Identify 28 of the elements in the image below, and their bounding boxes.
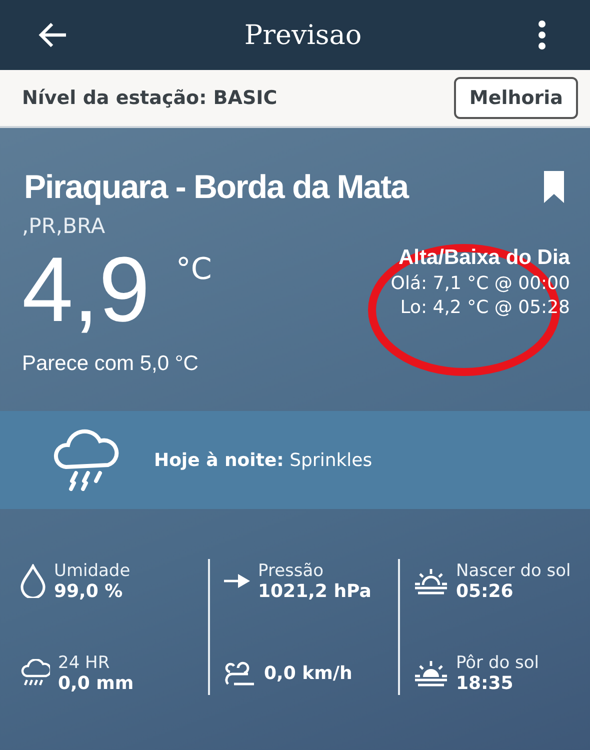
- stat-value: 0,0 mm: [58, 672, 134, 694]
- upgrade-button[interactable]: Melhoria: [454, 77, 578, 119]
- stat-label: 24 HR: [58, 652, 111, 672]
- stat-value: 18:35: [456, 672, 514, 694]
- more-menu-icon[interactable]: [538, 20, 546, 50]
- screen-title: Previsao: [244, 20, 362, 50]
- location-name: Piraquara - Borda da Mata: [24, 168, 408, 206]
- temperature-value: 4,9: [22, 244, 150, 336]
- back-arrow-icon[interactable]: [38, 22, 68, 48]
- stat-label: Nascer do sol: [456, 560, 571, 580]
- stat-value: 0,0 km/h: [264, 662, 352, 684]
- station-level-text: Nível da estação: BASIC: [22, 87, 278, 109]
- feels-like-text: Parece com 5,0 °C: [22, 352, 200, 376]
- rain-cloud-icon: [20, 659, 50, 687]
- sunset-icon: [414, 659, 448, 687]
- water-drop-icon: [20, 564, 46, 598]
- stat-value: 05:26: [456, 580, 514, 602]
- region-text: ,PR,BRA: [21, 213, 106, 238]
- forecast-text: Hoje à noite: Sprinkles: [154, 450, 372, 470]
- stat-value: 1021,2 hPa: [258, 580, 372, 602]
- sunrise-icon: [414, 567, 448, 595]
- bookmark-icon[interactable]: [544, 171, 564, 203]
- arrow-right-icon: [224, 573, 250, 589]
- temperature-unit: °C: [176, 252, 212, 287]
- stat-label: Pôr do sol: [456, 652, 540, 672]
- stat-label: Pressão: [258, 560, 325, 580]
- stat-label: Umidade: [54, 560, 130, 580]
- stat-value: 99,0 %: [54, 580, 124, 602]
